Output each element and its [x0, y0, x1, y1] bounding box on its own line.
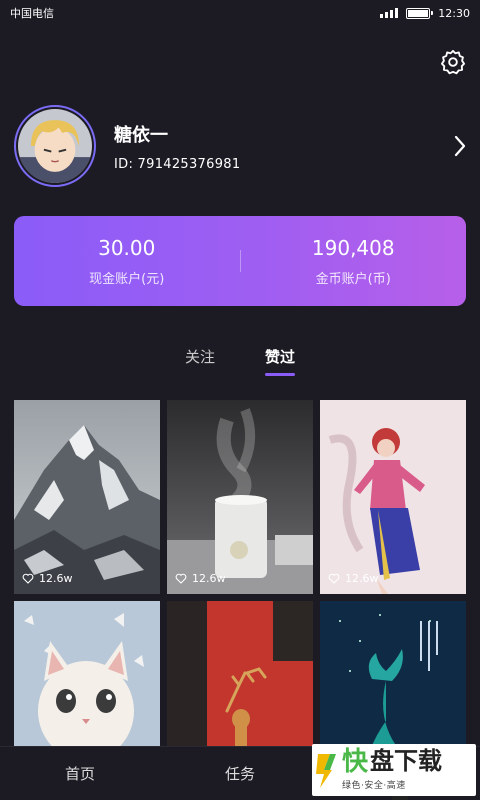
clock: 12:30: [438, 6, 470, 20]
gear-icon: [440, 49, 466, 75]
nav-tasks[interactable]: 任务: [160, 763, 320, 784]
tab-liked[interactable]: 赞过: [265, 346, 296, 376]
heart-icon: [22, 573, 34, 584]
watermark-text: 快 盘下载 绿色·安全·高速: [342, 749, 442, 791]
profile-info: 糖依一 ID: 791425376981: [114, 121, 240, 172]
watermark-title-2: 盘下载: [370, 747, 443, 775]
heart-icon: [175, 573, 187, 584]
wallet-card: 30.00 现金账户(元) 190,408 金币账户(币): [14, 216, 466, 306]
like-count: 12.6w: [22, 572, 73, 585]
mountain-photo: [14, 400, 160, 594]
like-count: 12.6w: [328, 572, 379, 585]
like-count-value: 12.6w: [192, 572, 226, 585]
home-indicator: [392, 796, 408, 800]
cash-value: 30.00: [98, 235, 156, 260]
status-indicators: 12:30: [380, 7, 470, 20]
nickname: 糖依一: [114, 124, 168, 146]
humidifier-photo: [167, 400, 313, 594]
user-id: ID: 791425376981: [114, 156, 241, 172]
chevron-right-icon[interactable]: [450, 132, 470, 160]
coin-account[interactable]: 190,408 金币账户(币): [241, 236, 467, 287]
cash-label: 现金账户(元): [89, 271, 165, 287]
tab-following[interactable]: 关注: [185, 346, 215, 376]
status-bar: 中国电信 12:30: [0, 0, 480, 26]
grid-item[interactable]: 12.6w: [320, 400, 466, 594]
coin-label: 金币账户(币): [315, 271, 391, 287]
like-count-value: 12.6w: [345, 572, 379, 585]
dancer-photo: [320, 400, 466, 594]
signal-icon: [380, 8, 399, 18]
like-count: 12.6w: [175, 572, 226, 585]
carrier-label: 中国电信: [10, 7, 54, 20]
coin-value: 190,408: [311, 235, 395, 260]
nav-home[interactable]: 首页: [0, 763, 160, 784]
avatar-image: [18, 109, 92, 183]
watermark-logo-icon: [316, 754, 336, 788]
like-count-value: 12.6w: [39, 572, 73, 585]
grid-item[interactable]: 12.6w: [167, 400, 313, 594]
battery-icon: [406, 7, 434, 19]
site-watermark: 快 盘下载 绿色·安全·高速: [312, 744, 476, 796]
settings-button[interactable]: [436, 45, 470, 79]
content-tabs: 关注 赞过: [0, 346, 480, 376]
profile-header[interactable]: 糖依一 ID: 791425376981: [14, 104, 480, 188]
watermark-title-1: 快: [342, 747, 369, 777]
heart-icon: [328, 573, 340, 584]
cash-account[interactable]: 30.00 现金账户(元): [14, 236, 240, 287]
watermark-subtitle: 绿色·安全·高速: [342, 781, 406, 791]
avatar[interactable]: [14, 105, 96, 187]
grid-item[interactable]: 12.6w: [14, 400, 160, 594]
